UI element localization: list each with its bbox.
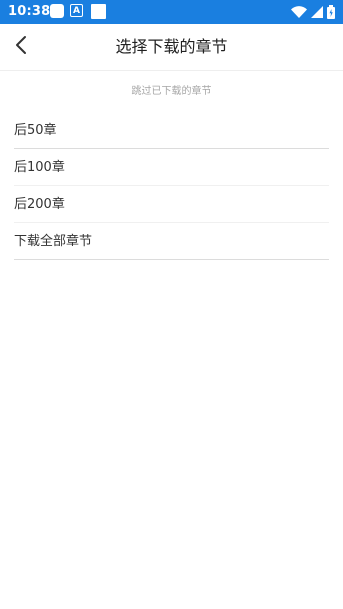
a-icon-letter: A bbox=[73, 6, 80, 16]
option-last-100-chapters[interactable]: 后100章 bbox=[14, 149, 329, 186]
status-bar: 10:38 A bbox=[0, 0, 343, 24]
option-last-50-chapters[interactable]: 后50章 bbox=[14, 112, 329, 149]
a-box-icon: A bbox=[70, 4, 83, 17]
top-app-bar: 选择下载的章节 bbox=[0, 24, 343, 71]
page-title: 选择下载的章节 bbox=[115, 37, 228, 56]
signal-icon bbox=[311, 6, 323, 18]
battery-charging-icon bbox=[327, 5, 335, 19]
status-time: 10:38 bbox=[8, 4, 51, 19]
square-white-icon bbox=[91, 4, 106, 19]
status-right-icons bbox=[291, 4, 335, 20]
download-options-list: 后50章 后100章 后200章 下载全部章节 bbox=[14, 112, 329, 260]
option-download-all-chapters[interactable]: 下载全部章节 bbox=[14, 223, 329, 260]
option-last-200-chapters[interactable]: 后200章 bbox=[14, 186, 329, 223]
square-app-icon bbox=[50, 4, 64, 18]
skip-downloaded-hint: 跳过已下载的章节 bbox=[131, 86, 212, 97]
wifi-icon bbox=[291, 6, 307, 18]
